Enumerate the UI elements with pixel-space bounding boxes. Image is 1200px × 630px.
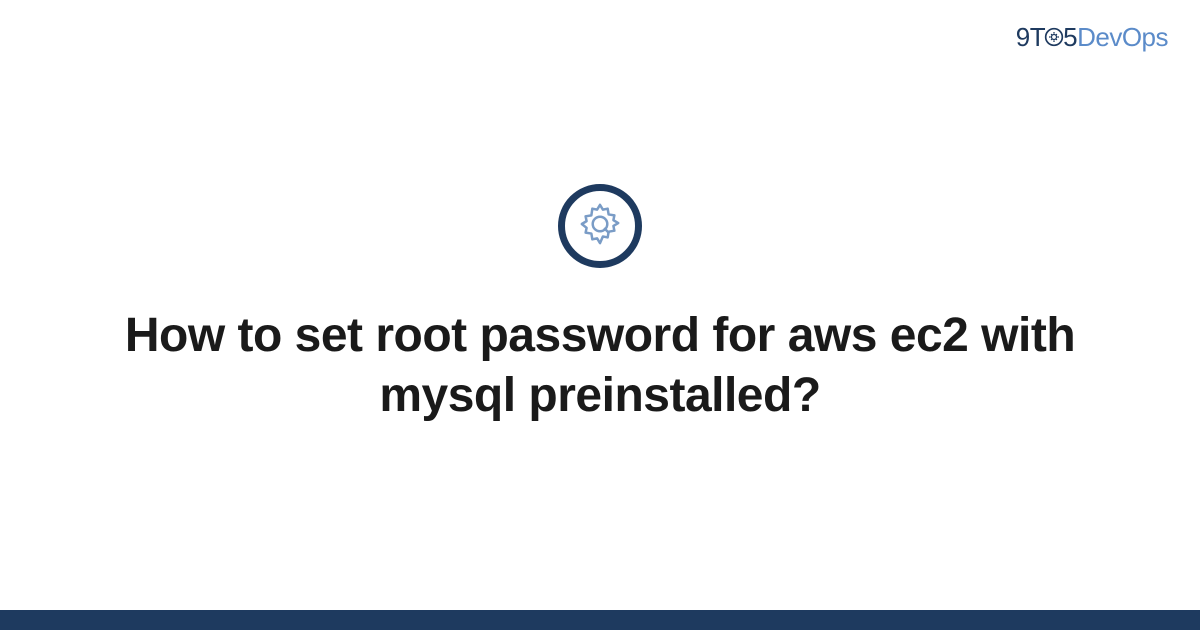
page-title: How to set root password for aws ec2 wit…	[100, 306, 1100, 426]
footer-bar	[0, 610, 1200, 630]
main-content: How to set root password for aws ec2 wit…	[0, 0, 1200, 610]
gear-icon	[577, 201, 623, 252]
main-icon-circle	[558, 184, 642, 268]
